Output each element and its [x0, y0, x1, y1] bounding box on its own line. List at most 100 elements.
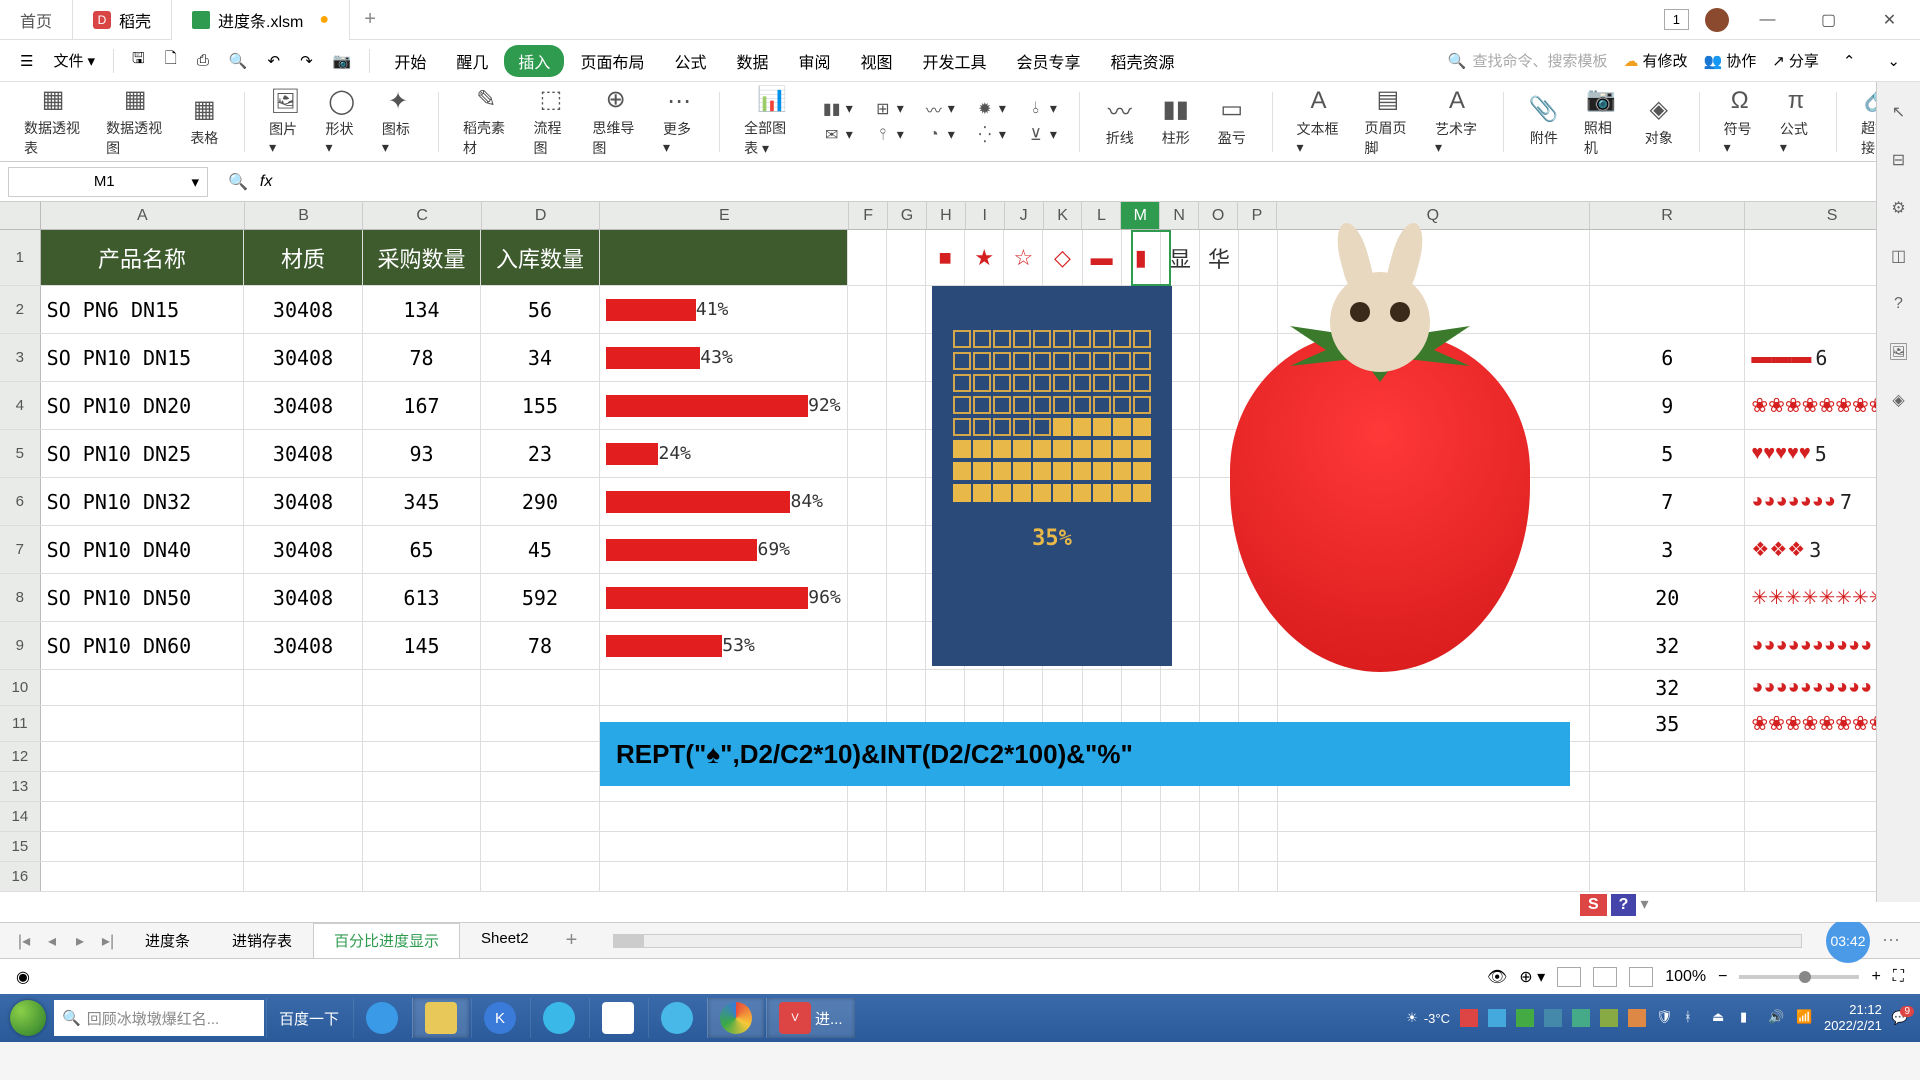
col-header-N[interactable]: N	[1160, 202, 1199, 229]
cell-A10[interactable]	[41, 670, 245, 705]
view-break[interactable]	[1629, 967, 1653, 987]
cell-H10[interactable]	[926, 670, 965, 705]
cell-in-8[interactable]: 592	[481, 574, 599, 621]
header-A[interactable]: 产品名称	[41, 230, 245, 285]
cell-B15[interactable]	[244, 832, 362, 861]
cell-G1[interactable]	[887, 230, 926, 285]
redo-icon[interactable]: ↷	[292, 48, 321, 74]
sparkline-col-button[interactable]: ▮▮柱形	[1152, 92, 1200, 152]
cell-name-8[interactable]: SO PN10 DN50	[41, 574, 245, 621]
cell-R8[interactable]: 20	[1590, 574, 1745, 621]
cell-B14[interactable]	[244, 802, 362, 831]
cell-F3[interactable]	[848, 334, 887, 381]
pivot-chart-button[interactable]: ▦数据透视图	[98, 82, 172, 162]
cell-R3[interactable]: 6	[1590, 334, 1745, 381]
cell-R12[interactable]	[1590, 742, 1745, 771]
cell-R5[interactable]: 5	[1590, 430, 1745, 477]
tab-home[interactable]: 首页	[0, 0, 73, 40]
ribbon-tab-审阅[interactable]: 审阅	[784, 45, 844, 77]
cell-C13[interactable]	[363, 772, 481, 801]
cell-C14[interactable]	[363, 802, 481, 831]
stock-chart-icon[interactable]: ⫰▾	[1020, 97, 1063, 121]
cell-mat-9[interactable]: 30408	[244, 622, 362, 669]
taskbar-snip[interactable]: ✂	[589, 998, 646, 1038]
cell-J15[interactable]	[1004, 832, 1043, 861]
cell-B16[interactable]	[244, 862, 362, 891]
symbol-K[interactable]: ◇	[1043, 230, 1082, 285]
cell-R15[interactable]	[1590, 832, 1745, 861]
cell-B12[interactable]	[244, 742, 362, 771]
command-search[interactable]: 🔍 查找命令、搜索模板	[1448, 50, 1608, 71]
cell-N16[interactable]	[1161, 862, 1200, 891]
cell-J16[interactable]	[1004, 862, 1043, 891]
cell-E14[interactable]	[600, 802, 848, 831]
rail-select-icon[interactable]: ⊟	[1885, 146, 1913, 174]
row-header-4[interactable]: 4	[0, 382, 41, 429]
tray-wifi-icon[interactable]: 📶	[1796, 1009, 1814, 1027]
taskbar-baidu[interactable]: 百度一下	[266, 998, 351, 1038]
cell-M16[interactable]	[1122, 862, 1161, 891]
zoom-pct[interactable]: 100%	[1665, 968, 1706, 986]
save-icon[interactable]: 🖫	[124, 44, 153, 77]
cell-in-4[interactable]: 155	[481, 382, 599, 429]
screenshot-icon[interactable]: 📷	[325, 48, 360, 74]
cell-N14[interactable]	[1161, 802, 1200, 831]
cell-G8[interactable]	[887, 574, 926, 621]
row-header-7[interactable]: 7	[0, 526, 41, 573]
textbox-button[interactable]: A文本框 ▾	[1289, 83, 1349, 160]
minimize-button[interactable]: —	[1745, 0, 1790, 40]
app-menu-icon[interactable]: ☰	[12, 48, 41, 74]
line-chart-icon[interactable]: 〰▾	[918, 97, 961, 121]
cell-progress-2[interactable]: 41%	[600, 286, 848, 333]
cell-R1[interactable]	[1590, 230, 1745, 285]
sheet-tab-2[interactable]: 百分比进度显示	[313, 923, 460, 958]
cell-C16[interactable]	[363, 862, 481, 891]
table-button[interactable]: ▦表格	[180, 92, 228, 152]
taskbar-explorer[interactable]	[412, 998, 469, 1038]
cell-mat-5[interactable]: 30408	[244, 430, 362, 477]
row-header-11[interactable]: 11	[0, 706, 41, 741]
zoom-slider[interactable]	[1739, 975, 1859, 979]
timer-badge[interactable]: 03:42	[1826, 919, 1870, 963]
ribbon-tab-开始[interactable]: 开始	[380, 45, 440, 77]
tray-icon-2[interactable]	[1488, 1009, 1506, 1027]
cell-I15[interactable]	[965, 832, 1004, 861]
cell-buy-6[interactable]: 345	[363, 478, 481, 525]
tray-icon-7[interactable]	[1628, 1009, 1646, 1027]
tray-shield-icon[interactable]: 🛡	[1656, 1009, 1674, 1027]
cell-F9[interactable]	[848, 622, 887, 669]
cell-A14[interactable]	[41, 802, 245, 831]
cell-D12[interactable]	[481, 742, 599, 771]
cell-G5[interactable]	[887, 430, 926, 477]
taskbar-search[interactable]: 🔍 回顾冰墩墩爆红名...	[54, 1000, 264, 1036]
flowchart-button[interactable]: ⬚流程图	[526, 82, 577, 162]
header-B[interactable]: 材质	[244, 230, 362, 285]
col-header-G[interactable]: G	[888, 202, 927, 229]
col-header-C[interactable]: C	[363, 202, 482, 229]
sheet-nav-first[interactable]: |◂	[12, 929, 36, 953]
camera-button[interactable]: 📷照相机	[1576, 82, 1627, 162]
cell-in-2[interactable]: 56	[481, 286, 599, 333]
cell-D13[interactable]	[481, 772, 599, 801]
zoom-fx-icon[interactable]: 🔍	[228, 172, 248, 192]
cell-mat-6[interactable]: 30408	[244, 478, 362, 525]
cell-in-7[interactable]: 45	[481, 526, 599, 573]
cell-Q14[interactable]	[1278, 802, 1590, 831]
cell-Q15[interactable]	[1278, 832, 1590, 861]
cell-name-3[interactable]: SO PN10 DN15	[41, 334, 245, 381]
cell-C10[interactable]	[363, 670, 481, 705]
collapse-ribbon-icon[interactable]: ⌃	[1835, 48, 1864, 74]
share-button[interactable]: ↗分享	[1772, 50, 1819, 71]
rail-image-icon[interactable]: 🖼	[1885, 338, 1913, 366]
cell-K15[interactable]	[1043, 832, 1082, 861]
sheet-tab-3[interactable]: Sheet2	[460, 923, 550, 958]
tray-icon-6[interactable]	[1600, 1009, 1618, 1027]
scatter-chart-icon[interactable]: ⁛▾	[969, 123, 1012, 147]
cell-I16[interactable]	[965, 862, 1004, 891]
header-D[interactable]: 入库数量	[481, 230, 599, 285]
cell-L15[interactable]	[1083, 832, 1122, 861]
row-header-3[interactable]: 3	[0, 334, 41, 381]
cell-N15[interactable]	[1161, 832, 1200, 861]
row-header-16[interactable]: 16	[0, 862, 41, 891]
sparkline-winloss-button[interactable]: ▭盈亏	[1208, 92, 1256, 152]
